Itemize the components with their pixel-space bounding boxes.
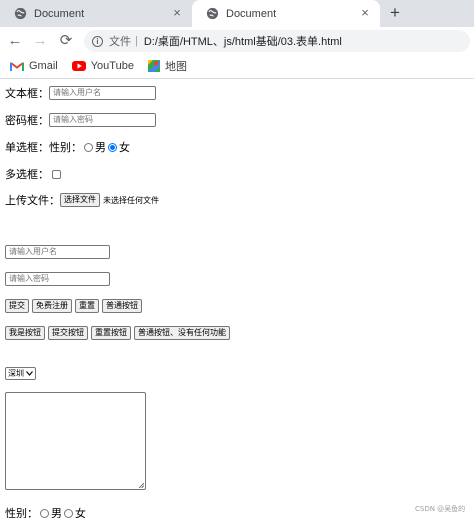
- checkbox[interactable]: [52, 169, 61, 179]
- youtube-icon: [71, 61, 86, 71]
- browser-toolbar: ← → ⟳ i 文件 | D:/桌面/HTML、js/html基础/03.表单.…: [0, 27, 474, 54]
- back-button[interactable]: ←: [6, 32, 24, 50]
- new-tab-button[interactable]: +: [386, 4, 404, 22]
- radio-female-2[interactable]: [64, 508, 73, 518]
- radio-male[interactable]: [84, 142, 93, 152]
- file-row: 上传文件： 选择文件 未选择任何文件: [5, 192, 159, 208]
- radio-male-2[interactable]: [40, 508, 49, 518]
- password-input-2[interactable]: 请输入密码: [5, 272, 110, 286]
- bookmark-gmail[interactable]: Gmail: [10, 60, 58, 72]
- page-content: 文本框： 请输入用户名 密码框： 请输入密码 单选框： 性别： 男 女 多选框：…: [0, 80, 474, 518]
- bookmark-label: Gmail: [29, 60, 58, 72]
- text-row: 文本框： 请输入用户名: [5, 85, 156, 101]
- female-label: 女: [119, 141, 130, 154]
- i-am-button[interactable]: 我是按钮: [5, 326, 45, 340]
- tab-strip: Document × Document × +: [0, 0, 474, 27]
- select-value: 深圳: [8, 369, 24, 378]
- resize-handle-icon[interactable]: [138, 482, 144, 488]
- password-input[interactable]: 请输入密码: [49, 113, 156, 127]
- gmail-icon: [10, 61, 24, 71]
- file-label: 上传文件：: [5, 194, 60, 207]
- username-row: 请输入用户名: [5, 245, 110, 259]
- globe-icon: [14, 7, 27, 20]
- select-row: 深圳: [5, 367, 36, 380]
- tab-title: Document: [226, 7, 277, 20]
- password2-row: 请输入密码: [5, 272, 110, 286]
- password-row: 密码框： 请输入密码: [5, 112, 156, 128]
- address-bar[interactable]: i 文件 | D:/桌面/HTML、js/html基础/03.表单.html: [84, 30, 470, 52]
- watermark: CSDN @吴鱼的: [415, 505, 466, 513]
- origin-label: 文件: [109, 36, 131, 48]
- buttons-row-1: 提交 免费注册 重置 普通按钮: [5, 299, 145, 313]
- male-label: 男: [95, 141, 106, 154]
- reset-button-2[interactable]: 重置按钮: [91, 326, 131, 340]
- male2-label: 男: [51, 507, 62, 518]
- city-select[interactable]: 深圳: [5, 367, 36, 380]
- bookmark-youtube[interactable]: YouTube: [71, 60, 134, 72]
- forward-button[interactable]: →: [31, 32, 49, 50]
- choose-file-button[interactable]: 选择文件: [60, 193, 100, 207]
- bookmarks-bar: Gmail YouTube 地图: [0, 54, 474, 79]
- checkbox-row: 多选框：: [5, 166, 61, 182]
- checkbox-label: 多选框：: [5, 168, 49, 181]
- gender2-label: 性别：: [5, 507, 38, 518]
- bookmark-label: 地图: [164, 61, 187, 73]
- radio-row: 单选框： 性别： 男 女: [5, 139, 130, 155]
- register-button[interactable]: 免费注册: [32, 299, 72, 313]
- origin-separator: |: [135, 35, 138, 47]
- text-field-label: 文本框：: [5, 87, 49, 100]
- close-icon[interactable]: ×: [170, 6, 184, 20]
- submit-button-2[interactable]: 提交按钮: [48, 326, 88, 340]
- plain-button[interactable]: 普通按钮: [102, 299, 142, 313]
- gender2-row: 性别： 男 女: [5, 505, 86, 518]
- gender-label: 性别：: [49, 141, 82, 154]
- password-field-label: 密码框：: [5, 114, 49, 127]
- tab-document-2[interactable]: Document ×: [192, 0, 380, 27]
- plain-button-2[interactable]: 普通按钮、没有任何功能: [134, 326, 230, 340]
- bookmark-label: YouTube: [90, 60, 134, 72]
- tab-title: Document: [34, 7, 85, 20]
- info-icon[interactable]: i: [92, 35, 103, 47]
- username-input[interactable]: 请输入用户名: [49, 86, 156, 100]
- female2-label: 女: [75, 507, 86, 518]
- maps-icon: [147, 60, 160, 72]
- file-status: 未选择任何文件: [103, 195, 159, 205]
- radio-female[interactable]: [108, 142, 117, 152]
- submit-button[interactable]: 提交: [5, 299, 29, 313]
- chevron-down-icon: [26, 371, 33, 376]
- globe-icon: [206, 7, 219, 20]
- radio-label: 单选框：: [5, 141, 49, 154]
- buttons-row-2: 我是按钮 提交按钮 重置按钮 普通按钮、没有任何功能: [5, 326, 233, 340]
- username-input-2[interactable]: 请输入用户名: [5, 245, 110, 259]
- close-icon[interactable]: ×: [358, 6, 372, 20]
- reload-button[interactable]: ⟳: [57, 32, 75, 50]
- url-text[interactable]: D:/桌面/HTML、js/html基础/03.表单.html: [144, 33, 342, 49]
- reset-button[interactable]: 重置: [75, 299, 99, 313]
- bookmark-maps[interactable]: 地图: [147, 58, 187, 74]
- tab-document-1[interactable]: Document ×: [0, 0, 192, 27]
- textarea[interactable]: [5, 392, 146, 490]
